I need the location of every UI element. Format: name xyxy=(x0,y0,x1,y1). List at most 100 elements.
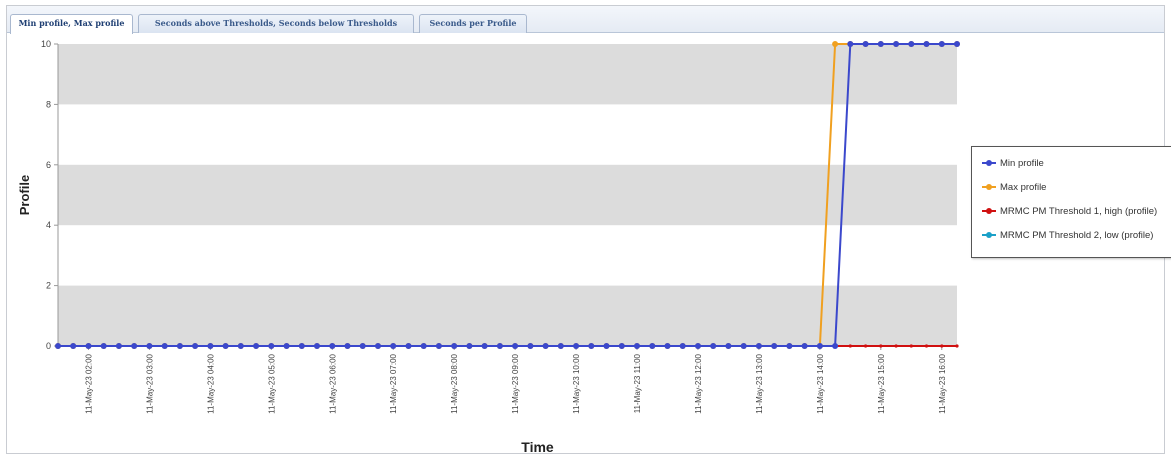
legend-label: Max profile xyxy=(1000,182,1047,193)
x-tick-label: 11-May-23 04:00 xyxy=(206,353,215,413)
data-point xyxy=(740,343,747,349)
data-point xyxy=(542,343,549,349)
data-point xyxy=(603,343,610,349)
data-point xyxy=(923,41,930,47)
data-point xyxy=(496,343,503,349)
data-point xyxy=(786,343,793,349)
data-point xyxy=(253,343,260,349)
data-point xyxy=(588,343,595,349)
data-point xyxy=(940,344,944,348)
data-point xyxy=(131,343,138,349)
x-tick-label: 11-May-23 13:00 xyxy=(755,353,764,413)
data-point xyxy=(649,343,656,349)
data-point xyxy=(435,343,442,349)
data-point xyxy=(283,343,290,349)
data-point xyxy=(634,343,640,349)
data-point xyxy=(618,343,625,349)
data-point xyxy=(146,343,153,349)
data-point xyxy=(862,41,869,47)
y-tick-label: 4 xyxy=(46,220,51,230)
data-point xyxy=(192,343,199,349)
data-point xyxy=(512,343,519,349)
data-point xyxy=(222,343,229,349)
y-tick-label: 8 xyxy=(46,99,51,109)
x-tick-label: 11-May-23 09:00 xyxy=(511,353,520,413)
data-point xyxy=(832,41,839,47)
x-tick-label: 11-May-23 15:00 xyxy=(877,353,886,413)
data-point xyxy=(725,343,732,349)
data-point xyxy=(847,41,854,47)
data-point xyxy=(298,343,305,349)
y-tick-label: 10 xyxy=(41,39,51,49)
data-point xyxy=(420,343,427,349)
data-point xyxy=(176,343,183,349)
data-point xyxy=(207,343,214,349)
data-point xyxy=(954,41,960,47)
data-point xyxy=(848,344,852,348)
grid-band xyxy=(58,164,957,226)
legend-marker-icon xyxy=(982,230,996,240)
data-point xyxy=(268,343,275,349)
data-point xyxy=(664,343,671,349)
legend-item[interactable]: MRMC PM Threshold 1, high (profile) xyxy=(982,205,1157,219)
data-point xyxy=(161,343,168,349)
data-point xyxy=(771,343,778,349)
data-point xyxy=(695,343,701,349)
data-point xyxy=(924,344,929,348)
data-point xyxy=(877,41,884,47)
data-point xyxy=(801,343,808,349)
data-point xyxy=(481,343,488,349)
legend-label: MRMC PM Threshold 1, high (profile) xyxy=(1000,206,1158,217)
data-point xyxy=(314,343,320,349)
data-point xyxy=(390,343,397,349)
data-point xyxy=(573,343,580,349)
data-point xyxy=(816,343,823,349)
data-point xyxy=(864,344,868,348)
data-point xyxy=(879,344,883,348)
data-point xyxy=(909,344,913,348)
y-tick-label: 6 xyxy=(46,160,51,170)
data-point xyxy=(710,343,717,349)
data-point xyxy=(679,343,686,349)
y-axis-title: Profile xyxy=(17,175,32,215)
data-point xyxy=(755,343,762,349)
data-point xyxy=(893,41,900,47)
data-point xyxy=(527,343,534,349)
legend-item[interactable]: Max profile xyxy=(982,181,1046,195)
legend-marker-icon xyxy=(982,182,996,192)
data-point xyxy=(375,343,381,349)
chart-legend: Min profile Max profile MRMC PM Threshold … xyxy=(971,146,1171,258)
grid-band xyxy=(58,44,957,105)
x-axis-title: Time xyxy=(521,439,554,455)
data-point xyxy=(557,343,564,349)
data-point xyxy=(938,41,945,47)
x-tick-label: 11-May-23 11:00 xyxy=(633,353,642,413)
legend-item[interactable]: Min profile xyxy=(982,157,1044,171)
legend-marker-icon xyxy=(982,206,996,216)
data-point xyxy=(70,343,77,349)
x-tick-label: 11-May-23 12:00 xyxy=(694,353,703,413)
legend-item[interactable]: MRMC PM Threshold 2, low (profile) xyxy=(982,229,1153,243)
y-tick-label: 2 xyxy=(46,281,51,291)
x-tick-label: 11-May-23 03:00 xyxy=(145,353,154,413)
x-tick-label: 11-May-23 02:00 xyxy=(84,353,93,413)
legend-marker-icon xyxy=(982,158,996,168)
data-point xyxy=(955,344,959,348)
data-point xyxy=(55,343,61,349)
data-point xyxy=(237,343,244,349)
data-point xyxy=(908,41,915,47)
data-point xyxy=(466,343,473,349)
data-point xyxy=(344,343,351,349)
data-point xyxy=(405,343,412,349)
data-point xyxy=(359,343,366,349)
data-point xyxy=(85,343,92,349)
x-tick-label: 11-May-23 14:00 xyxy=(816,353,825,413)
y-tick-label: 0 xyxy=(46,341,51,351)
x-tick-label: 11-May-23 06:00 xyxy=(328,353,337,413)
legend-label: MRMC PM Threshold 2, low (profile) xyxy=(1000,230,1154,241)
x-tick-label: 11-May-23 08:00 xyxy=(450,353,459,413)
chart-panel: Min profile, Max profile Seconds above T… xyxy=(6,5,1171,455)
x-tick-label: 11-May-23 16:00 xyxy=(938,353,947,413)
x-tick-label: 11-May-23 10:00 xyxy=(572,353,581,413)
x-tick-label: 11-May-23 07:00 xyxy=(389,353,398,413)
